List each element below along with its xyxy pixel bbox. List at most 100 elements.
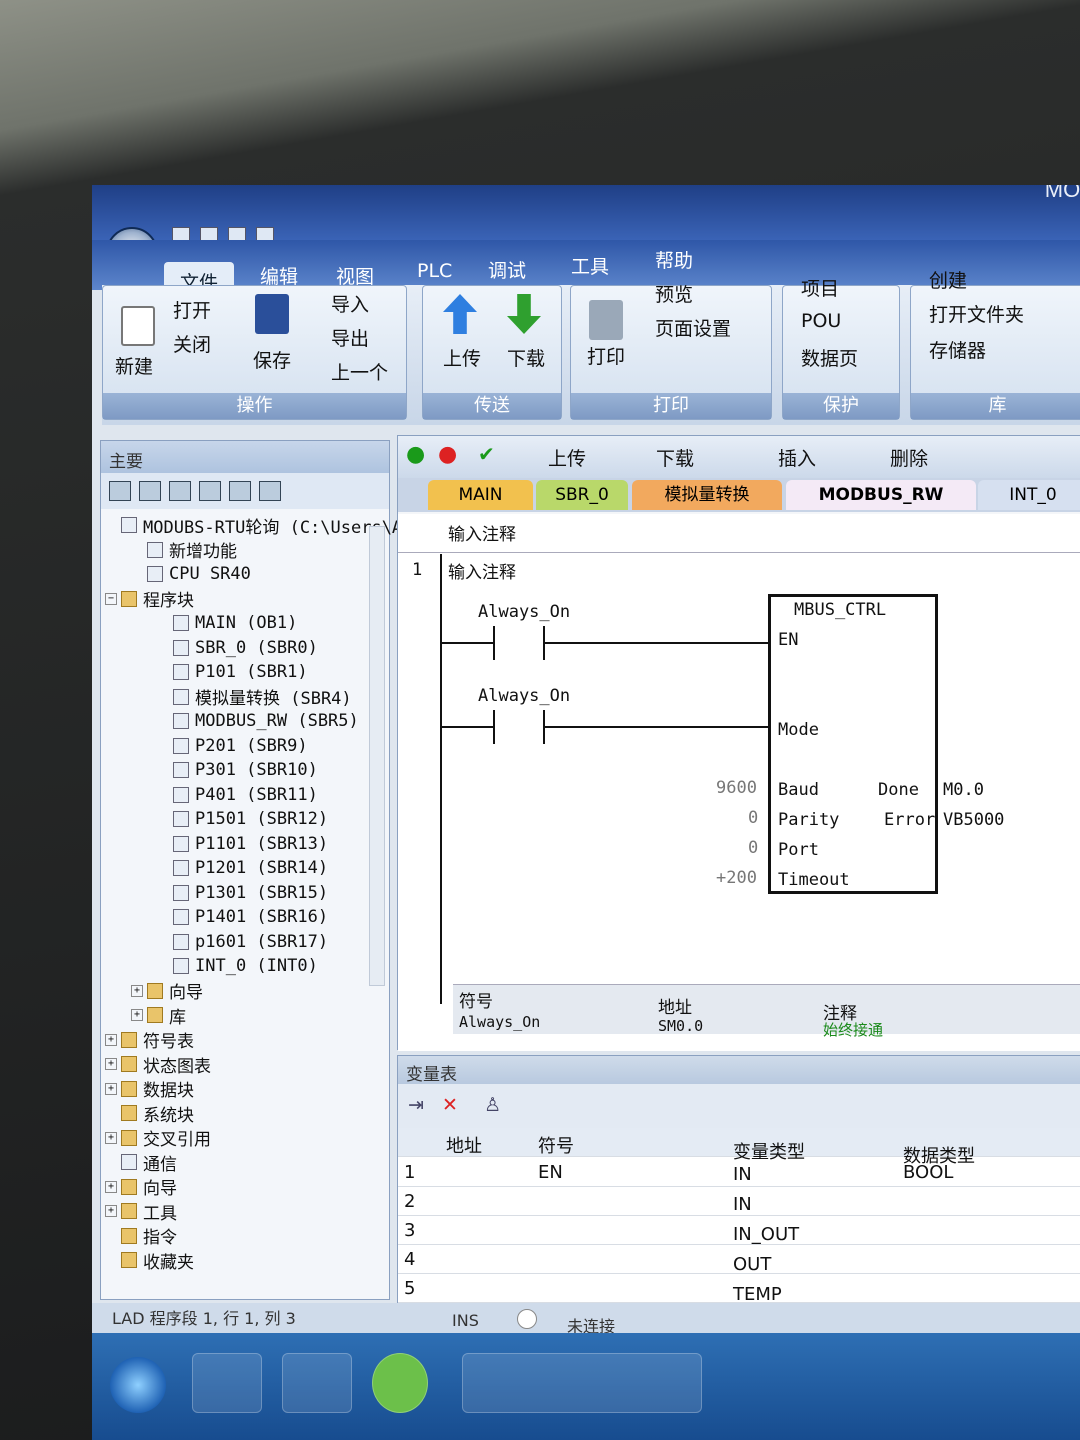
param-timeout[interactable]: +200 [716, 868, 757, 888]
expand-icon[interactable] [157, 862, 169, 874]
expand-icon[interactable] [157, 813, 169, 825]
menu-help[interactable]: 帮助 [655, 246, 693, 273]
taskbar-browser[interactable] [372, 1353, 428, 1413]
tab-sbr0[interactable]: SBR_0 [536, 480, 628, 510]
expand-icon[interactable] [157, 887, 169, 899]
taskbar-active-window[interactable] [462, 1353, 702, 1413]
expand-icon[interactable] [105, 519, 117, 531]
tree-item[interactable]: P1501 (SBR12) [101, 807, 371, 832]
view-icon[interactable] [229, 481, 251, 501]
var-table-row[interactable]: 5 TEMP [398, 1274, 1080, 1305]
open-button[interactable]: 打开 [173, 296, 211, 323]
expand-icon[interactable] [157, 764, 169, 776]
param-parity[interactable]: 0 [748, 808, 758, 828]
collapse-icon[interactable]: − [105, 592, 117, 605]
sort-icon[interactable]: ♙ [484, 1094, 501, 1116]
export-button[interactable]: 导出 [331, 324, 369, 351]
tree-item[interactable]: + 符号表 [101, 1028, 371, 1052]
expand-icon[interactable]: + [105, 1058, 117, 1071]
datapage-button[interactable]: 数据页 [801, 344, 858, 371]
var-table-row[interactable]: 3 IN_OUT [398, 1216, 1080, 1245]
view-icon[interactable] [169, 481, 191, 501]
expand-icon[interactable] [157, 911, 169, 923]
expand-icon[interactable]: + [105, 1205, 117, 1218]
expand-icon[interactable] [157, 715, 169, 727]
expand-icon[interactable] [131, 544, 143, 556]
view-icon[interactable] [109, 481, 131, 501]
tree-item[interactable]: P301 (SBR10) [101, 758, 371, 783]
expand-icon[interactable]: + [105, 1131, 117, 1144]
cell-symbol[interactable]: EN [538, 1162, 563, 1183]
tab-analog[interactable]: 模拟量转换 [632, 480, 782, 510]
expand-icon[interactable] [157, 642, 169, 654]
expand-icon[interactable]: + [131, 1009, 143, 1022]
param-baud[interactable]: 9600 [716, 778, 757, 798]
tree-item[interactable]: + 数据块 [101, 1077, 371, 1101]
expand-icon[interactable] [105, 1230, 117, 1242]
cell-var-type[interactable]: IN [733, 1164, 752, 1185]
expand-icon[interactable] [131, 568, 143, 580]
cell-data-type[interactable]: BOOL [903, 1162, 953, 1183]
start-button[interactable] [110, 1357, 166, 1413]
var-table-row[interactable]: 2 IN [398, 1187, 1080, 1216]
contact-2[interactable] [493, 710, 495, 744]
save-button[interactable]: 保存 [253, 346, 291, 373]
preview-button[interactable]: 预览 [655, 280, 693, 307]
view-icon[interactable] [259, 481, 281, 501]
cell-var-type[interactable]: TEMP [733, 1284, 782, 1305]
tab-main[interactable]: MAIN [428, 480, 533, 510]
tree-scrollbar[interactable] [369, 526, 385, 986]
import-button[interactable]: 导入 [331, 290, 369, 317]
pou-comment[interactable]: 输入注释 [448, 520, 516, 545]
close-button[interactable]: 关闭 [173, 330, 211, 357]
expand-icon[interactable] [157, 936, 169, 948]
expand-icon[interactable] [157, 960, 169, 972]
menu-plc[interactable]: PLC [417, 260, 452, 282]
editor-delete-button[interactable]: 删除 [890, 444, 928, 471]
tree-item[interactable]: 收藏夹 [101, 1248, 371, 1273]
expand-icon[interactable]: + [105, 1033, 117, 1046]
tree-item[interactable]: 通信 [101, 1150, 371, 1175]
tree-item[interactable]: MODBUS_RW (SBR5) [101, 709, 371, 734]
view-icon[interactable] [139, 481, 161, 501]
expand-icon[interactable] [157, 740, 169, 752]
cell-var-type[interactable]: IN [733, 1194, 752, 1215]
tree-item[interactable]: p1601 (SBR17) [101, 930, 371, 955]
expand-icon[interactable] [157, 666, 169, 678]
tree-item[interactable]: P201 (SBR9) [101, 734, 371, 759]
storage-button[interactable]: 存储器 [929, 336, 986, 363]
param-port[interactable]: 0 [748, 838, 758, 858]
param-done[interactable]: M0.0 [943, 780, 984, 800]
run-icon[interactable]: ● [406, 442, 425, 467]
tab-modbus-rw[interactable]: MODBUS_RW [786, 480, 976, 510]
taskbar-app[interactable] [282, 1353, 352, 1413]
cell-var-type[interactable]: IN_OUT [733, 1224, 799, 1245]
tree-item[interactable]: MAIN (OB1) [101, 611, 371, 636]
expand-icon[interactable] [157, 617, 169, 629]
insert-row-icon[interactable]: ⇥ [408, 1094, 424, 1116]
upload-button[interactable]: 上传 [443, 344, 481, 371]
tree-item[interactable]: + 向导 [101, 1175, 371, 1199]
expand-icon[interactable]: + [105, 1082, 117, 1095]
tree-item[interactable]: + 工具 [101, 1199, 371, 1224]
prev-button[interactable]: 上一个 [331, 358, 388, 385]
editor-upload-button[interactable]: 上传 [548, 444, 586, 471]
tree-item[interactable]: CPU SR40 [101, 562, 371, 587]
create-button[interactable]: 创建 [929, 266, 967, 293]
menu-debug[interactable]: 调试 [488, 256, 526, 283]
tree-item[interactable]: 模拟量转换 (SBR4) [101, 685, 371, 709]
cell-var-type[interactable]: OUT [733, 1254, 771, 1275]
tree-item[interactable]: P401 (SBR11) [101, 783, 371, 808]
expand-icon[interactable] [157, 789, 169, 801]
expand-icon[interactable] [157, 838, 169, 850]
open-folder-button[interactable]: 打开文件夹 [929, 300, 1024, 327]
expand-icon[interactable] [157, 691, 169, 703]
taskbar-explorer[interactable] [192, 1353, 262, 1413]
tree-item[interactable]: − 程序块 [101, 587, 371, 611]
compile-icon[interactable]: ✔ [478, 442, 495, 466]
tree-item[interactable]: MODUBS-RTU轮询 (C:\Users\A [101, 513, 402, 538]
tree-item[interactable]: 新增功能 [101, 538, 371, 562]
tree-item[interactable]: P1401 (SBR16) [101, 905, 371, 930]
view-icon[interactable] [199, 481, 221, 501]
tree-item[interactable]: 系统块 [101, 1101, 371, 1126]
